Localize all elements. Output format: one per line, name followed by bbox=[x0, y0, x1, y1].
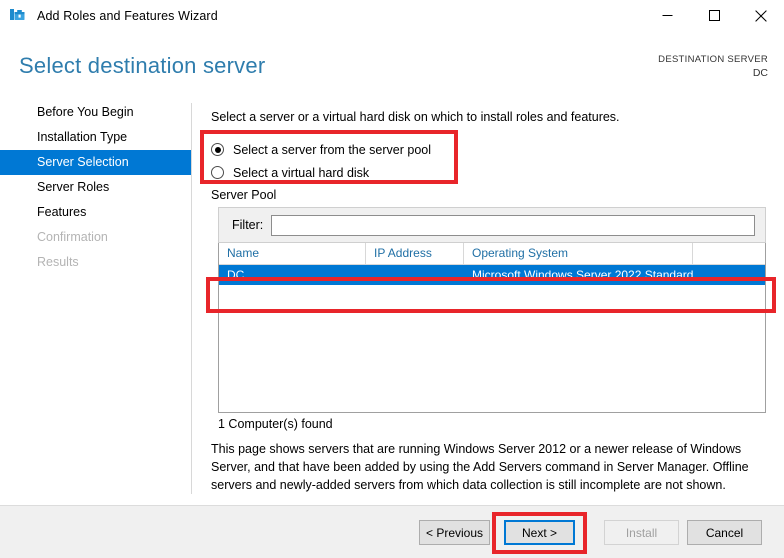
main-content: Select a server or a virtual hard disk o… bbox=[200, 100, 776, 498]
wizard-steps-sidebar: Before You Begin Installation Type Serve… bbox=[0, 100, 191, 498]
table-header-row: Name IP Address Operating System bbox=[219, 243, 765, 265]
next-button[interactable]: Next > bbox=[504, 520, 575, 545]
server-pool-table[interactable]: Name IP Address Operating System DC Micr… bbox=[218, 243, 766, 413]
computers-found-count: 1 Computer(s) found bbox=[218, 417, 333, 431]
radio-label-server-pool: Select a server from the server pool bbox=[233, 142, 431, 157]
destination-server-label: DESTINATION SERVER bbox=[658, 54, 768, 65]
server-source-radio-group: Select a server from the server pool Sel… bbox=[211, 138, 461, 184]
column-header-operating-system[interactable]: Operating System bbox=[464, 243, 693, 264]
close-icon[interactable] bbox=[738, 0, 784, 31]
sidebar-item-server-roles[interactable]: Server Roles bbox=[0, 175, 191, 200]
install-button: Install bbox=[604, 520, 679, 545]
column-header-ip-address[interactable]: IP Address bbox=[366, 243, 464, 264]
sidebar-item-confirmation: Confirmation bbox=[37, 230, 108, 244]
sidebar-item-results: Results bbox=[37, 255, 79, 269]
server-pool-group-label: Server Pool bbox=[211, 188, 277, 202]
column-header-spacer bbox=[693, 243, 765, 264]
sidebar-item-installation-type[interactable]: Installation Type bbox=[0, 125, 191, 150]
page-footnote: This page shows servers that are running… bbox=[211, 442, 749, 492]
intro-text: Select a server or a virtual hard disk o… bbox=[211, 110, 620, 124]
radio-select-virtual-hard-disk[interactable]: Select a virtual hard disk bbox=[211, 161, 461, 184]
radio-select-server-from-pool[interactable]: Select a server from the server pool bbox=[211, 138, 461, 161]
radio-mark-icon bbox=[211, 143, 224, 156]
page-title: Select destination server bbox=[19, 53, 266, 78]
page-header: Select destination server DESTINATION SE… bbox=[0, 32, 784, 94]
maximize-icon[interactable] bbox=[691, 0, 737, 31]
server-pool-filter-panel: Filter: bbox=[218, 207, 766, 243]
cancel-button[interactable]: Cancel bbox=[687, 520, 762, 545]
destination-server-block: DESTINATION SERVER DC bbox=[658, 54, 768, 80]
add-roles-and-features-wizard-window: Add Roles and Features Wizard Select des… bbox=[0, 0, 784, 558]
window-title: Add Roles and Features Wizard bbox=[37, 9, 218, 23]
previous-button[interactable]: < Previous bbox=[419, 520, 490, 545]
radio-label-virtual-hard-disk: Select a virtual hard disk bbox=[233, 165, 370, 180]
sidebar-divider bbox=[191, 103, 192, 494]
footer-button-bar: < Previous Next > Install Cancel bbox=[0, 506, 784, 558]
table-body: DC Microsoft Windows Server 2022 Standar… bbox=[219, 265, 765, 285]
title-bar: Add Roles and Features Wizard bbox=[0, 0, 784, 32]
sidebar-item-server-selection[interactable]: Server Selection bbox=[0, 150, 191, 175]
filter-label: Filter: bbox=[232, 218, 264, 232]
radio-mark-icon bbox=[211, 166, 224, 179]
minimize-icon[interactable] bbox=[644, 0, 690, 31]
cell-operating-system: Microsoft Windows Server 2022 Standard bbox=[472, 268, 693, 282]
sidebar-item-before-you-begin[interactable]: Before You Begin bbox=[0, 100, 191, 125]
filter-input[interactable] bbox=[271, 214, 755, 236]
sidebar-item-features[interactable]: Features bbox=[0, 200, 191, 225]
cell-name: DC bbox=[227, 268, 245, 282]
destination-server-value: DC bbox=[752, 67, 768, 80]
server-manager-icon bbox=[9, 7, 27, 25]
column-header-name[interactable]: Name bbox=[219, 243, 366, 264]
table-row[interactable]: DC Microsoft Windows Server 2022 Standar… bbox=[219, 265, 765, 285]
